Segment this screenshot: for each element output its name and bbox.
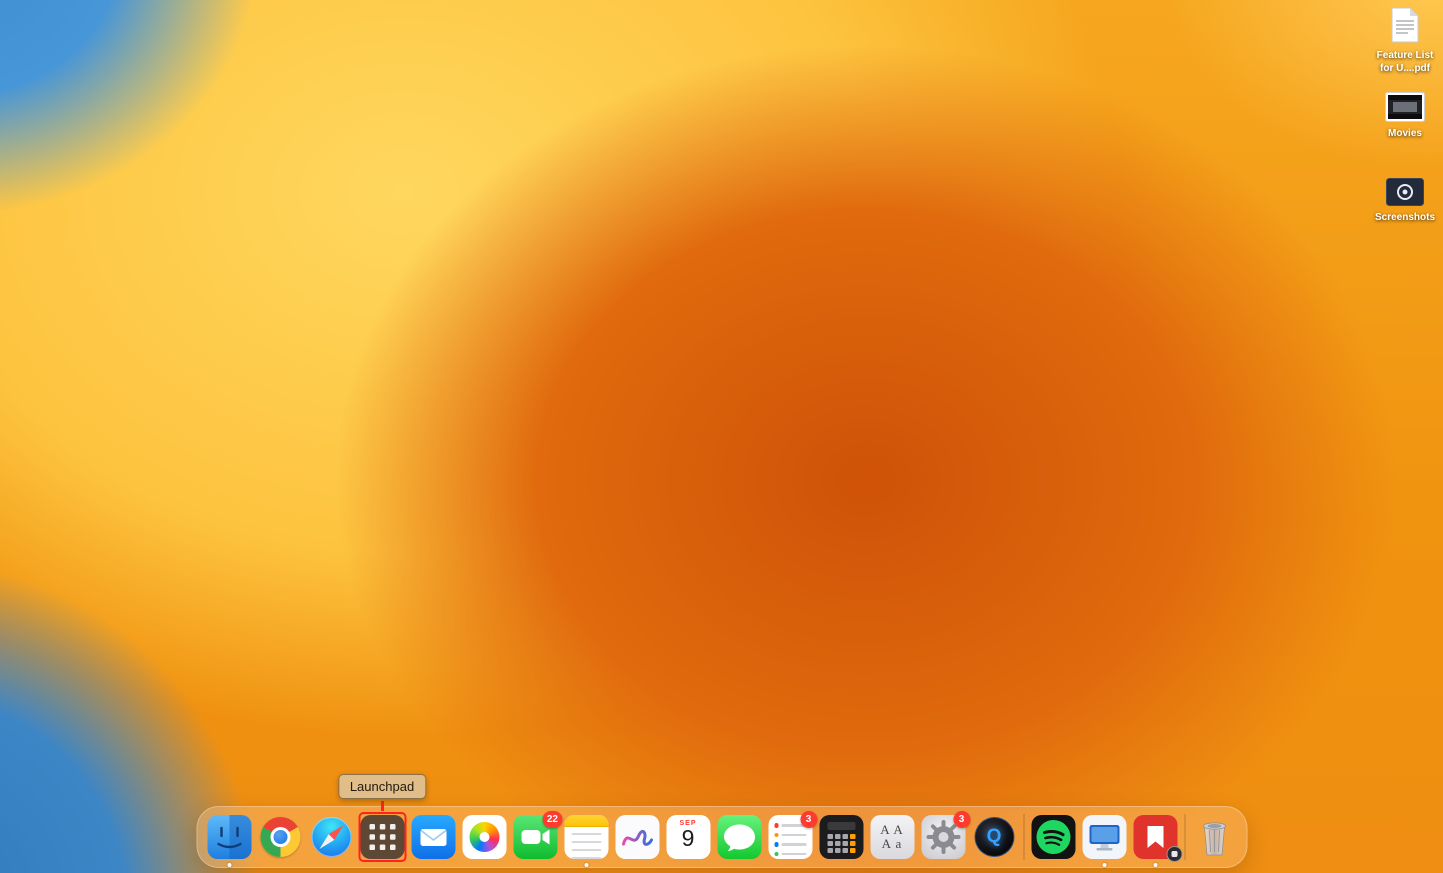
dock-item-notes[interactable]	[564, 815, 608, 867]
dock-item-messages[interactable]	[717, 815, 761, 859]
dock-item-freeform[interactable]	[615, 815, 659, 859]
calendar-icon: SEP 9	[666, 815, 710, 859]
monitor-app-icon	[1082, 815, 1126, 859]
screenshots-folder-icon	[1386, 178, 1424, 206]
running-indicator	[584, 863, 588, 867]
dock-item-chrome[interactable]	[258, 815, 302, 859]
font-book-icon: A A A a	[870, 815, 914, 859]
sub-app-badge-icon	[1166, 846, 1182, 862]
dock-item-spotify[interactable]	[1031, 815, 1075, 859]
desktop-icon-screenshots[interactable]: Screenshots	[1370, 178, 1440, 224]
font-book-letters-row1: A A	[880, 821, 904, 837]
finder-icon	[207, 815, 251, 859]
desktop-icon-movies[interactable]: Movies	[1370, 92, 1440, 140]
movie-thumbnail-icon	[1385, 92, 1425, 122]
notes-icon	[564, 815, 608, 859]
font-book-letters-row2: A a	[881, 836, 903, 851]
quicktime-icon: Q	[972, 815, 1016, 859]
dock-item-facetime[interactable]: 22	[513, 811, 562, 859]
dock: Launchpad 22 SEP 9 3 A A A a 3 Q	[196, 774, 1247, 868]
pdf-document-icon	[1391, 7, 1419, 43]
messages-icon	[717, 815, 761, 859]
dock-item-mail[interactable]	[411, 815, 455, 859]
safari-icon	[309, 815, 353, 859]
photos-icon	[462, 815, 506, 859]
notification-badge: 3	[800, 811, 817, 828]
dock-item-font-book[interactable]: A A A a	[870, 815, 914, 859]
desktop-icon-label: Screenshots	[1374, 212, 1436, 223]
desktop-icon-label: Feature List for U....pdf	[1376, 50, 1434, 74]
mail-icon	[411, 815, 455, 859]
dock-item-photos[interactable]	[462, 815, 506, 859]
chrome-icon	[258, 815, 302, 859]
desktop-icon-label: Movies	[1388, 128, 1422, 139]
dock-item-system-settings[interactable]: 3	[921, 811, 970, 859]
calendar-day: 9	[681, 825, 695, 851]
running-indicator	[227, 863, 231, 867]
notification-badge: 3	[953, 811, 970, 828]
dock-separator	[1184, 814, 1185, 860]
dock-item-trash[interactable]	[1192, 815, 1236, 859]
macos-desktop: Feature List for U....pdf Movies Screens…	[0, 0, 1443, 873]
dock-tooltip: Launchpad	[337, 774, 427, 799]
spotify-icon	[1031, 815, 1075, 859]
freeform-icon	[615, 815, 659, 859]
calculator-icon	[819, 815, 863, 859]
running-indicator	[1102, 863, 1106, 867]
dock-item-reminders[interactable]: 3	[768, 811, 817, 859]
dock-item-quicktime[interactable]: Q	[972, 815, 1016, 859]
desktop-icon-pdf[interactable]: Feature List for U....pdf	[1370, 6, 1440, 75]
notification-badge: 22	[542, 811, 562, 828]
running-indicator	[1153, 863, 1157, 867]
dock-item-red-media-app[interactable]	[1133, 815, 1182, 867]
dock-item-calendar[interactable]: SEP 9	[666, 815, 710, 859]
dock-item-safari[interactable]	[309, 815, 353, 859]
launchpad-icon	[360, 815, 404, 859]
dock-item-launchpad[interactable]: Launchpad	[337, 774, 427, 862]
quicktime-q-letter: Q	[986, 826, 1002, 847]
dock-item-monitor-app[interactable]	[1082, 815, 1126, 867]
dock-item-calculator[interactable]	[819, 815, 863, 859]
trash-icon	[1192, 815, 1236, 859]
dock-separator	[1023, 814, 1024, 860]
dock-item-finder[interactable]	[207, 815, 251, 867]
